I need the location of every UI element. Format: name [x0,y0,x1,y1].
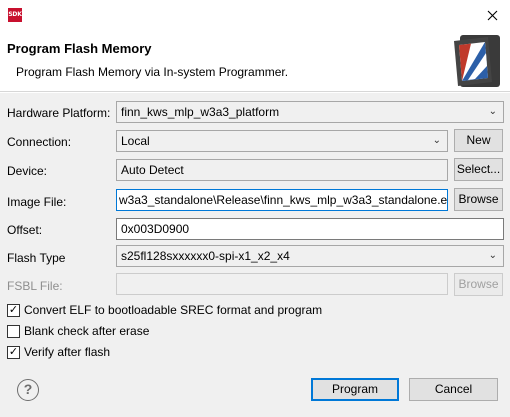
chevron-down-icon: ⌄ [488,250,497,261]
flash-type-label: Flash Type [7,251,66,265]
device-label: Device: [7,164,48,178]
hardware-platform-value: finn_kws_mlp_w3a3_platform [121,105,280,119]
checkbox-checked-icon: ✓ [7,303,20,317]
close-button[interactable] [474,0,510,30]
chevron-down-icon: ⌄ [488,106,497,117]
cancel-button[interactable]: Cancel [409,378,498,401]
device-field: Auto Detect [116,159,448,181]
dialog-subtitle: Program Flash Memory via In-system Progr… [16,65,289,79]
verify-after-flash-checkbox[interactable]: ✓ Verify after flash [7,344,110,360]
connection-select[interactable]: Local ⌄ [116,130,448,152]
connection-label: Connection: [7,135,72,149]
connection-value: Local [121,134,150,148]
convert-elf-label: Convert ELF to bootloadable SREC format … [24,303,323,317]
flash-type-select[interactable]: s25fl128sxxxxxx0-spi-x1_x2_x4 ⌄ [116,245,504,267]
image-file-input[interactable]: w3a3_standalone\Release\finn_kws_mlp_w3a… [116,189,448,211]
flash-type-value: s25fl128sxxxxxx0-spi-x1_x2_x4 [121,249,290,263]
new-connection-button[interactable]: New [454,129,503,152]
hardware-platform-label: Hardware Platform: [7,106,111,120]
offset-label: Offset: [7,223,43,237]
fsbl-file-input [116,273,448,295]
browse-image-button[interactable]: Browse [454,188,503,211]
flash-card-icon [454,35,500,87]
dialog-header [0,30,510,92]
title-bar [0,0,510,30]
blank-check-label: Blank check after erase [24,324,150,338]
verify-after-flash-label: Verify after flash [24,345,111,359]
fsbl-file-label: FSBL File: [7,279,63,293]
checkbox-unchecked-icon [7,324,20,338]
close-icon [487,10,497,20]
sdk-app-icon: SDK [8,8,22,22]
checkbox-checked-icon: ✓ [7,345,20,359]
help-icon[interactable]: ? [17,379,39,401]
browse-fsbl-button: Browse [454,273,503,296]
image-file-label: Image File: [7,195,67,209]
select-device-button[interactable]: Select... [454,158,503,181]
chevron-down-icon: ⌄ [432,135,441,146]
hardware-platform-select[interactable]: finn_kws_mlp_w3a3_platform ⌄ [116,101,504,123]
dialog-title: Program Flash Memory [7,41,152,56]
program-button[interactable]: Program [311,378,399,401]
offset-input[interactable]: 0x003D0900 [116,218,504,240]
convert-elf-checkbox[interactable]: ✓ Convert ELF to bootloadable SREC forma… [7,302,322,318]
blank-check-checkbox[interactable]: Blank check after erase [7,323,149,339]
